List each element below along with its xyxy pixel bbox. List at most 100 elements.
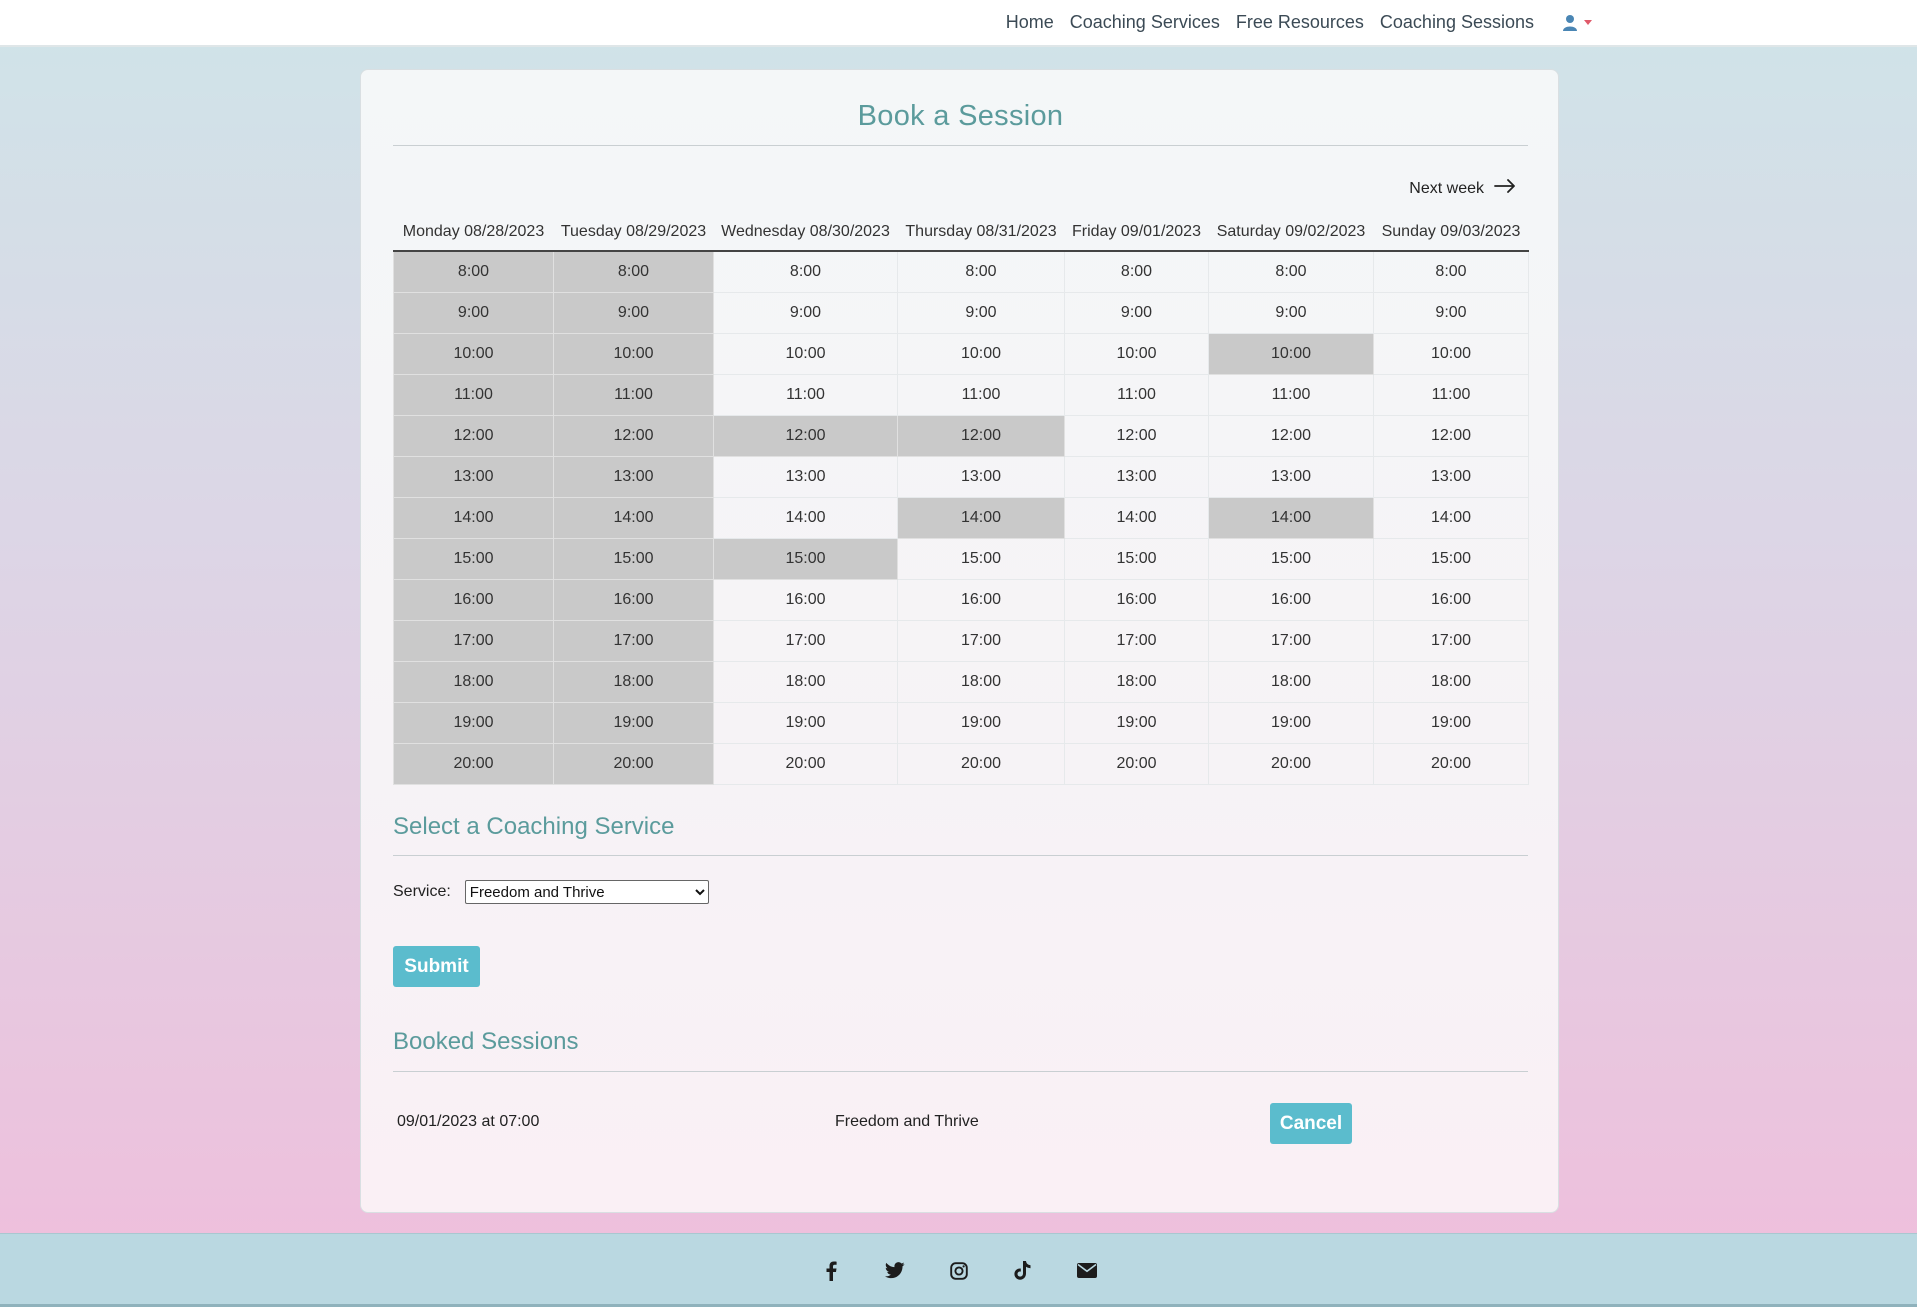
time-slot-unavailable: 16:00 <box>553 578 714 621</box>
time-slot[interactable]: 17:00 <box>897 619 1065 662</box>
time-slot-unavailable: 14:00 <box>897 496 1065 539</box>
time-slot-unavailable: 10:00 <box>1208 332 1374 375</box>
title-divider <box>393 145 1528 146</box>
time-slot[interactable]: 16:00 <box>713 578 898 621</box>
time-slot[interactable]: 20:00 <box>713 742 898 785</box>
time-slot-unavailable: 20:00 <box>553 742 714 785</box>
day-header: Saturday 09/02/2023 <box>1208 213 1374 252</box>
time-slot[interactable]: 19:00 <box>1208 701 1374 744</box>
next-week-label: Next week <box>1409 179 1484 197</box>
time-slot[interactable]: 18:00 <box>1208 660 1374 703</box>
caret-down-icon <box>1584 19 1592 26</box>
time-slot[interactable]: 15:00 <box>897 537 1065 580</box>
time-slot[interactable]: 15:00 <box>1064 537 1209 580</box>
time-slot[interactable]: 11:00 <box>1373 373 1529 416</box>
time-slot[interactable]: 13:00 <box>1373 455 1529 498</box>
time-slot[interactable]: 19:00 <box>897 701 1065 744</box>
time-slot[interactable]: 16:00 <box>1373 578 1529 621</box>
time-slot[interactable]: 11:00 <box>713 373 898 416</box>
time-row: 18:00 18:00 18:00 18:00 18:00 18:00 18:00 <box>393 660 1529 703</box>
schedule-body: 8:00 8:00 8:00 8:00 8:00 8:00 8:00 9:00 9:00 9:00… <box>393 250 1529 785</box>
time-slot[interactable]: 8:00 <box>897 250 1065 293</box>
arrow-right-icon <box>1494 179 1516 198</box>
time-slot[interactable]: 11:00 <box>1064 373 1209 416</box>
time-slot[interactable]: 9:00 <box>897 291 1065 334</box>
time-slot-unavailable: 17:00 <box>553 619 714 662</box>
time-slot[interactable]: 15:00 <box>1208 537 1374 580</box>
time-row: 10:00 10:00 10:00 10:00 10:00 10:00 10:00 <box>393 332 1529 375</box>
cancel-button[interactable]: Cancel <box>1270 1103 1352 1144</box>
time-slot[interactable]: 17:00 <box>1208 619 1374 662</box>
next-week-link[interactable]: Next week <box>1409 179 1516 198</box>
time-slot[interactable]: 14:00 <box>1064 496 1209 539</box>
time-slot[interactable]: 10:00 <box>1373 332 1529 375</box>
service-section-title: Select a Coaching Service <box>393 813 675 840</box>
time-slot[interactable]: 9:00 <box>1373 291 1529 334</box>
time-slot[interactable]: 20:00 <box>1208 742 1374 785</box>
time-slot[interactable]: 17:00 <box>1373 619 1529 662</box>
time-slot[interactable]: 20:00 <box>897 742 1065 785</box>
booking-card: Book a Session Next week Monday 08/28/20… <box>360 69 1559 1213</box>
time-slot[interactable]: 20:00 <box>1373 742 1529 785</box>
time-slot[interactable]: 8:00 <box>1064 250 1209 293</box>
time-slot[interactable]: 8:00 <box>713 250 898 293</box>
time-slot[interactable]: 18:00 <box>1373 660 1529 703</box>
time-slot[interactable]: 14:00 <box>1373 496 1529 539</box>
time-slot[interactable]: 19:00 <box>1064 701 1209 744</box>
time-slot[interactable]: 9:00 <box>1064 291 1209 334</box>
nav-link-coaching-services[interactable]: Coaching Services <box>1070 12 1220 33</box>
booked-session-service: Freedom and Thrive <box>835 1113 979 1130</box>
time-slot-unavailable: 14:00 <box>553 496 714 539</box>
time-row: 12:00 12:00 12:00 12:00 12:00 12:00 12:00 <box>393 414 1529 457</box>
time-slot[interactable]: 18:00 <box>1064 660 1209 703</box>
day-header: Thursday 08/31/2023 <box>897 213 1065 252</box>
time-slot[interactable]: 17:00 <box>713 619 898 662</box>
submit-button[interactable]: Submit <box>393 946 480 987</box>
twitter-icon[interactable] <box>884 1260 906 1282</box>
time-slot[interactable]: 16:00 <box>1208 578 1374 621</box>
time-slot[interactable]: 20:00 <box>1064 742 1209 785</box>
time-slot[interactable]: 8:00 <box>1373 250 1529 293</box>
user-menu-toggle[interactable] <box>1562 14 1592 31</box>
time-row: 8:00 8:00 8:00 8:00 8:00 8:00 8:00 <box>393 250 1529 293</box>
tiktok-icon[interactable] <box>1012 1260 1034 1282</box>
time-slot[interactable]: 13:00 <box>897 455 1065 498</box>
user-icon <box>1562 14 1578 31</box>
time-slot[interactable]: 16:00 <box>897 578 1065 621</box>
service-select[interactable]: Freedom and Thrive <box>464 880 709 904</box>
nav-link-free-resources[interactable]: Free Resources <box>1236 12 1364 33</box>
time-slot[interactable]: 18:00 <box>897 660 1065 703</box>
time-slot[interactable]: 11:00 <box>897 373 1065 416</box>
instagram-icon[interactable] <box>948 1260 970 1282</box>
time-slot[interactable]: 18:00 <box>713 660 898 703</box>
time-slot[interactable]: 13:00 <box>1064 455 1209 498</box>
time-slot[interactable]: 12:00 <box>1064 414 1209 457</box>
nav-link-coaching-sessions[interactable]: Coaching Sessions <box>1380 12 1534 33</box>
time-slot[interactable]: 9:00 <box>713 291 898 334</box>
time-slot[interactable]: 10:00 <box>713 332 898 375</box>
envelope-icon[interactable] <box>1076 1260 1098 1282</box>
time-slot-unavailable: 15:00 <box>713 537 898 580</box>
time-slot[interactable]: 8:00 <box>1208 250 1374 293</box>
time-slot-unavailable: 9:00 <box>553 291 714 334</box>
time-slot[interactable]: 10:00 <box>1064 332 1209 375</box>
time-slot[interactable]: 10:00 <box>897 332 1065 375</box>
booked-divider <box>393 1071 1528 1072</box>
time-slot[interactable]: 16:00 <box>1064 578 1209 621</box>
time-row: 9:00 9:00 9:00 9:00 9:00 9:00 9:00 <box>393 291 1529 334</box>
time-slot[interactable]: 19:00 <box>713 701 898 744</box>
time-slot[interactable]: 15:00 <box>1373 537 1529 580</box>
time-slot[interactable]: 14:00 <box>713 496 898 539</box>
facebook-icon[interactable] <box>820 1260 842 1282</box>
time-row: 11:00 11:00 11:00 11:00 11:00 11:00 11:00 <box>393 373 1529 416</box>
time-slot[interactable]: 13:00 <box>713 455 898 498</box>
time-slot[interactable]: 19:00 <box>1373 701 1529 744</box>
time-slot[interactable]: 12:00 <box>1208 414 1374 457</box>
time-slot[interactable]: 11:00 <box>1208 373 1374 416</box>
time-slot[interactable]: 9:00 <box>1208 291 1374 334</box>
nav-link-home[interactable]: Home <box>1006 12 1054 33</box>
time-slot[interactable]: 17:00 <box>1064 619 1209 662</box>
time-slot[interactable]: 13:00 <box>1208 455 1374 498</box>
time-slot[interactable]: 12:00 <box>1373 414 1529 457</box>
time-row: 16:00 16:00 16:00 16:00 16:00 16:00 16:00 <box>393 578 1529 621</box>
